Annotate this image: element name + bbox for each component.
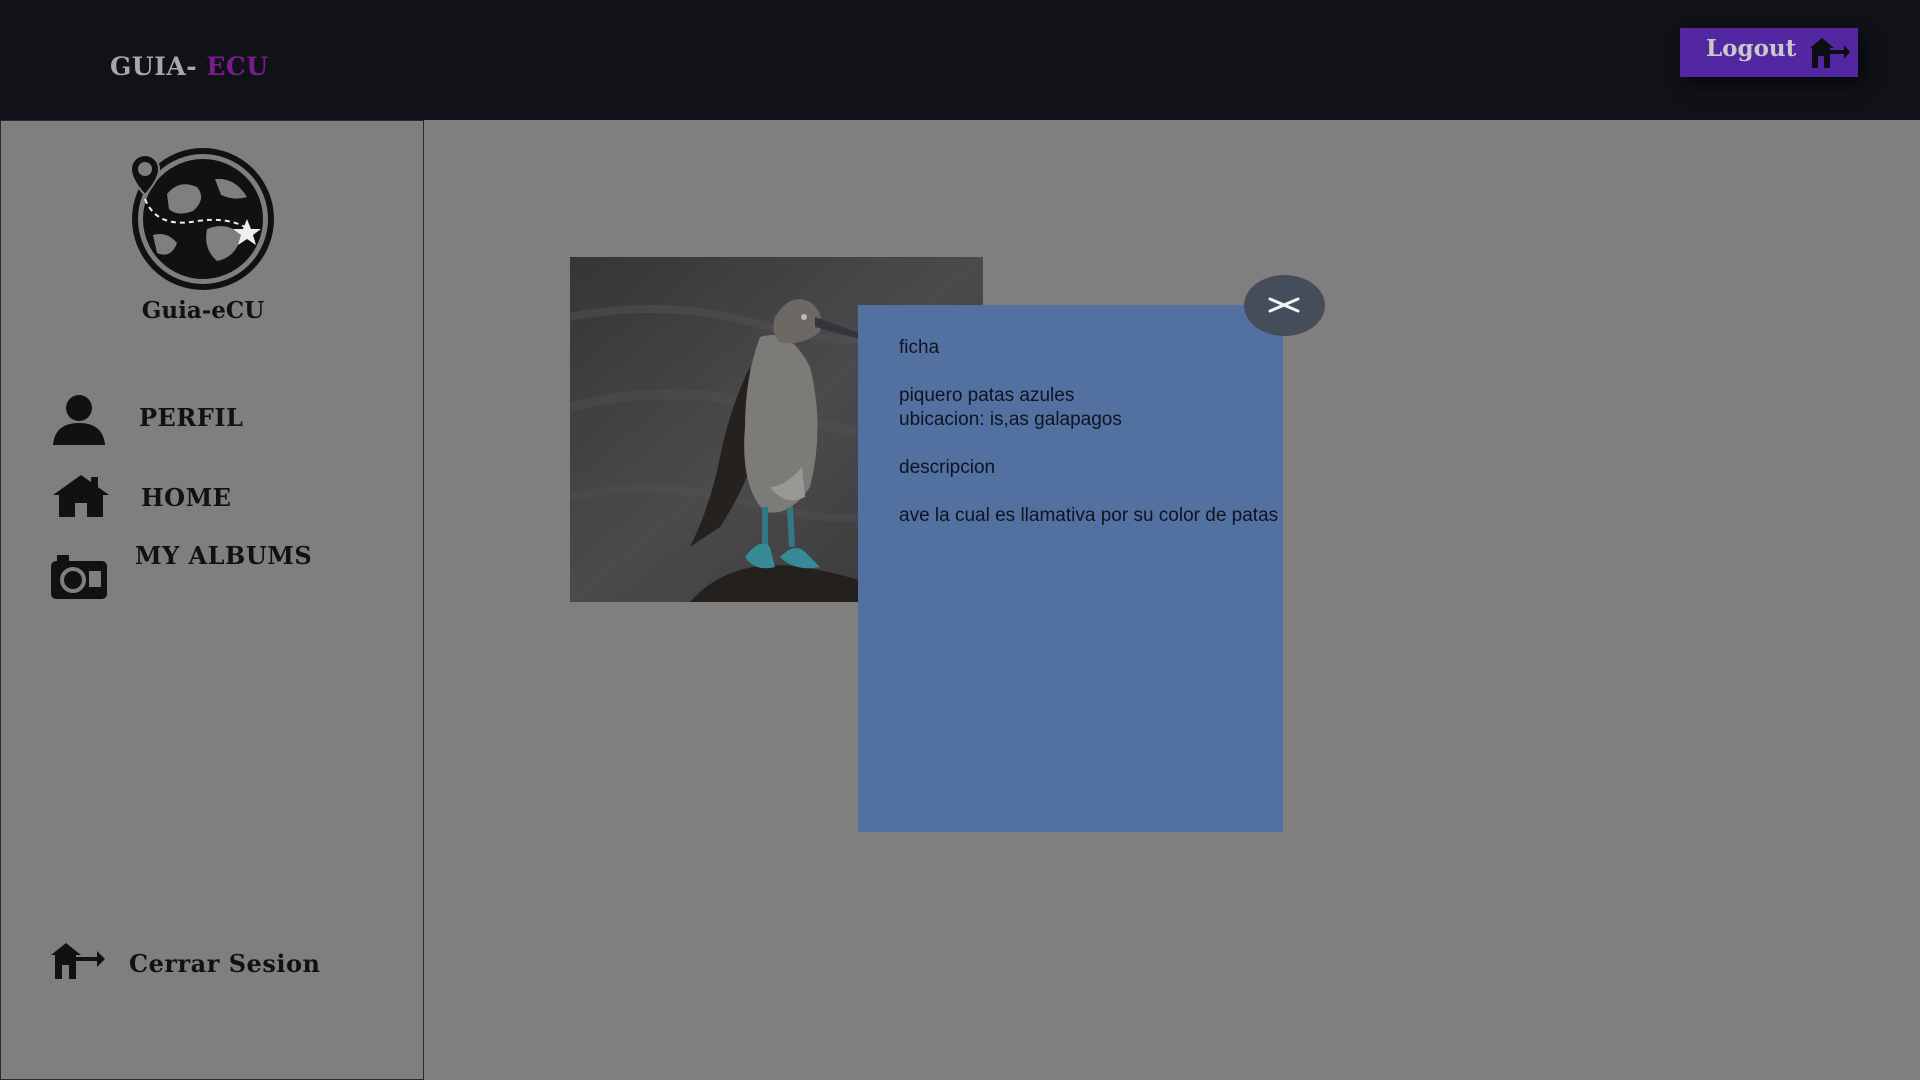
species-name: piquero patas azules <box>899 385 1075 406</box>
sidebar-item-label: HOME <box>141 483 232 512</box>
logout-icon <box>51 943 105 979</box>
brand-title-accent: ECU <box>206 52 269 81</box>
close-modal-button[interactable] <box>1244 275 1325 336</box>
brand-title: GUIA- ECU <box>110 52 269 81</box>
logout-button-label: Logout <box>1706 35 1797 62</box>
sidebar-item-label: PERFIL <box>139 403 244 432</box>
logout-icon <box>1810 38 1850 68</box>
modal-heading: ficha <box>899 337 940 358</box>
description-heading: descripcion <box>899 457 996 478</box>
sidebar-item-perfil[interactable]: PERFIL <box>51 393 351 445</box>
sidebar-logout-label: Cerrar Sesion <box>129 949 321 978</box>
brand-title-part1: GUIA- <box>110 52 207 81</box>
sidebar-logo-text: Guia-eCU <box>141 297 265 324</box>
sidebar-logout-button[interactable]: Cerrar Sesion <box>49 939 329 983</box>
sidebar: Guia-eCU PERFIL HOME MY ALBUMS Cerrar Se… <box>0 120 424 1080</box>
species-location: ubicacion: is,as galapagos <box>899 409 1122 430</box>
ficha-modal: ficha piquero patas azules ubicacion: is… <box>858 305 1283 832</box>
camera-icon <box>51 555 107 599</box>
sidebar-item-home[interactable]: HOME <box>51 473 351 519</box>
user-icon <box>53 395 105 445</box>
logout-button[interactable]: Logout <box>1680 28 1858 77</box>
species-description: ave la cual es llamativa por su color de… <box>899 505 1279 526</box>
sidebar-item-my-albums[interactable]: MY ALBUMS <box>51 541 371 599</box>
sidebar-item-label: MY ALBUMS <box>135 541 313 570</box>
close-icon <box>1268 297 1300 313</box>
top-bar: GUIA- ECU Logout <box>0 0 1920 120</box>
home-icon <box>53 475 109 517</box>
globe-logo-icon <box>117 139 289 296</box>
